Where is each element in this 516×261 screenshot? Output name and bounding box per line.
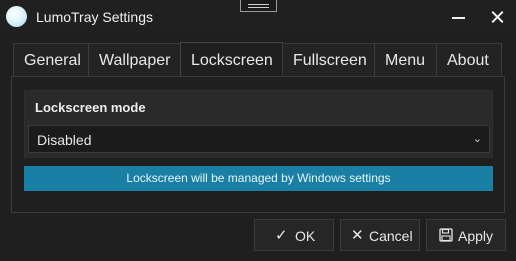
save-icon-graphic <box>439 228 453 242</box>
info-banner: Lockscreen will be managed by Windows se… <box>24 166 493 191</box>
ok-label: OK <box>295 228 316 244</box>
tab-wallpaper[interactable]: Wallpaper <box>88 43 181 76</box>
lockscreen-mode-label: Lockscreen mode <box>35 100 146 115</box>
lockscreen-mode-value: Disabled <box>37 132 92 148</box>
save-icon <box>439 228 453 246</box>
close-icon: ✕ <box>351 227 364 244</box>
window-title: LumoTray Settings <box>36 9 153 25</box>
lumotray-logo-icon <box>6 6 27 27</box>
tab-about[interactable]: About <box>436 43 502 76</box>
lockscreen-mode-group: Lockscreen mode Disabled ⌄ <box>24 90 493 158</box>
apply-label: Apply <box>458 228 494 244</box>
close-button[interactable] <box>478 0 516 34</box>
lockscreen-panel: Lockscreen mode Disabled ⌄ Lockscreen wi… <box>11 76 505 213</box>
apply-button[interactable]: Apply <box>426 219 506 251</box>
tab-bar: General Wallpaper Lockscreen Fullscreen … <box>13 42 502 76</box>
title-bar[interactable]: LumoTray Settings <box>0 0 516 34</box>
tab-menu[interactable]: Menu <box>374 43 437 76</box>
checkmark-icon: ✓ <box>275 227 288 244</box>
minimize-button[interactable] <box>440 0 478 34</box>
drag-handle-icon[interactable] <box>240 0 277 12</box>
chevron-down-icon: ⌄ <box>472 133 482 145</box>
ok-button[interactable]: ✓ OK <box>254 219 334 251</box>
tab-fullscreen[interactable]: Fullscreen <box>282 43 375 76</box>
tab-general[interactable]: General <box>13 43 89 76</box>
cancel-label: Cancel <box>369 228 413 244</box>
cancel-button[interactable]: ✕ Cancel <box>340 219 420 251</box>
tab-lockscreen[interactable]: Lockscreen <box>180 42 283 76</box>
lockscreen-mode-dropdown[interactable]: Disabled ⌄ <box>28 125 490 153</box>
